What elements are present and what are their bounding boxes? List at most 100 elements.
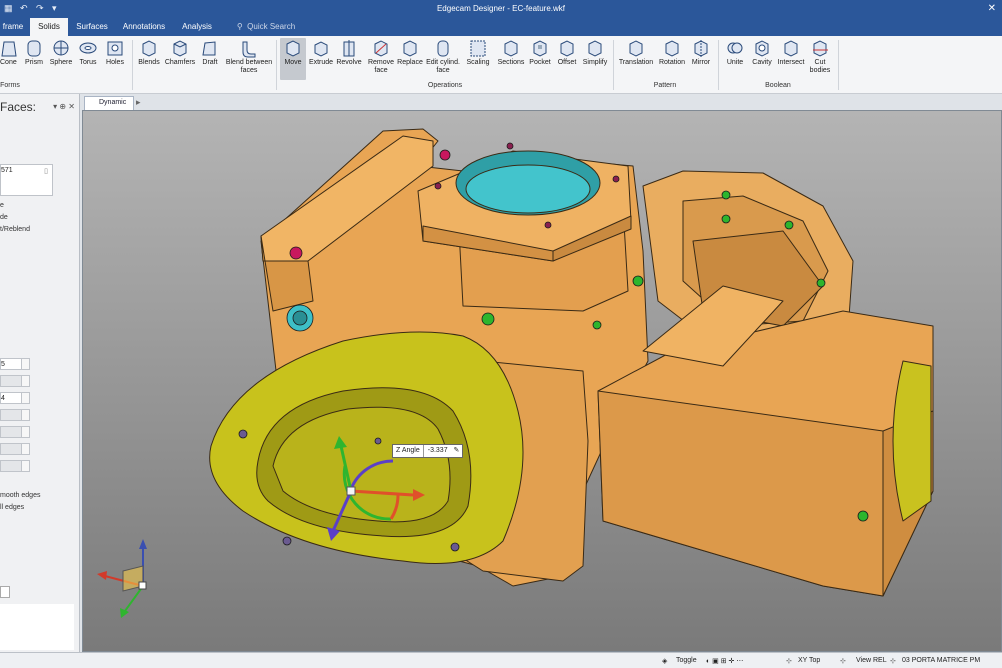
extrude-button[interactable]: Extrude xyxy=(307,38,335,67)
edit-cylind-face-button[interactable]: Edit cylind. face xyxy=(424,38,462,75)
scaling-label: Scaling xyxy=(466,59,490,66)
trash-icon[interactable]: ▯ xyxy=(44,167,48,175)
sphere-button[interactable]: Sphere xyxy=(48,38,74,67)
tab-surfaces[interactable]: Surfaces xyxy=(72,18,112,36)
tab-dynamic[interactable]: Dynamic xyxy=(84,96,134,110)
option-item[interactable]: e xyxy=(0,202,4,209)
panel-button[interactable] xyxy=(0,586,10,598)
spinner-arrows[interactable] xyxy=(21,427,29,437)
tab-solids[interactable]: Solids xyxy=(30,18,68,36)
replace-icon xyxy=(403,40,417,57)
holes-button[interactable]: Holes xyxy=(104,38,126,67)
unite-button[interactable]: Unite xyxy=(722,38,748,67)
all-edges-checkbox[interactable]: ll edges xyxy=(0,504,24,511)
mirror-button[interactable]: Mirror xyxy=(688,38,714,67)
prism-label: Prism xyxy=(25,59,43,66)
torus-button[interactable]: Torus xyxy=(76,38,100,67)
spin-field[interactable] xyxy=(0,409,30,421)
spinner-arrows[interactable] xyxy=(21,393,29,403)
chamfers-button[interactable]: Chamfers xyxy=(164,38,196,67)
intersect-button[interactable]: Intersect xyxy=(776,38,806,67)
revolve-button[interactable]: Revolve xyxy=(335,38,363,67)
smooth-edges-checkbox[interactable]: mooth edges xyxy=(0,492,40,499)
replace-button[interactable]: Replace xyxy=(396,38,424,67)
rotation-button[interactable]: Rotation xyxy=(656,38,688,67)
hole-green xyxy=(721,214,731,224)
toggle-icon[interactable]: ◈ xyxy=(662,657,667,665)
sections-button[interactable]: Sections xyxy=(496,38,526,67)
properties-panel: Faces: ▾ ⊕ ✕ 571 ▯ e de t/Reblend 5 4 moo… xyxy=(0,94,80,654)
panel-preview xyxy=(0,604,74,650)
spinner-arrows[interactable] xyxy=(21,376,29,386)
faces-list[interactable]: 571 ▯ xyxy=(0,164,53,196)
close-icon[interactable]: ✕ xyxy=(988,3,996,14)
machine-icon[interactable]: ⊹ xyxy=(890,657,896,665)
spin-field[interactable]: 4 xyxy=(0,392,30,404)
machine-label[interactable]: 03 PORTA MATRICE PM xyxy=(902,657,980,664)
spinner-arrows[interactable] xyxy=(21,359,29,369)
quick-search[interactable]: ⚲ Quick Search xyxy=(230,18,302,36)
rotation-label: Rotation xyxy=(658,59,686,66)
remove-face-icon xyxy=(374,40,388,57)
translation-label: Translation xyxy=(618,59,654,66)
plane-icon[interactable]: ⊹ xyxy=(786,657,792,665)
view-label[interactable]: View REL xyxy=(856,657,887,664)
spin-field[interactable] xyxy=(0,460,30,472)
add-tab-icon[interactable]: ▸ xyxy=(136,97,141,108)
move-button[interactable]: Move xyxy=(280,38,306,80)
spin-field[interactable] xyxy=(0,443,30,455)
offset-button[interactable]: Offset xyxy=(554,38,580,67)
option-item[interactable]: de xyxy=(0,214,8,221)
pencil-icon[interactable]: ✎ xyxy=(452,447,460,454)
faces-list-value: 571 xyxy=(1,167,13,174)
revolve-icon xyxy=(343,40,355,57)
spin-field[interactable] xyxy=(0,426,30,438)
edit-cylinder-icon xyxy=(437,40,449,57)
simplify-button[interactable]: Simplify xyxy=(580,38,610,67)
pin-icon[interactable]: ▾ ⊕ ✕ xyxy=(53,102,75,111)
z-angle-value[interactable]: -3.337 xyxy=(422,445,452,457)
blends-button[interactable]: Blends xyxy=(136,38,162,67)
3d-viewport[interactable]: Z Angle -3.337 ✎ xyxy=(82,110,1002,652)
spin-field[interactable] xyxy=(0,375,30,387)
ribbon-separator xyxy=(838,40,839,90)
sphere-label: Sphere xyxy=(49,59,73,66)
spin-field[interactable]: 5 xyxy=(0,358,30,370)
pocket-button[interactable]: Pocket xyxy=(526,38,554,67)
spinner-arrows[interactable] xyxy=(21,461,29,471)
scaling-button[interactable]: Scaling xyxy=(464,38,492,67)
tab-annotations[interactable]: Annotations xyxy=(118,18,170,36)
pattern-group-label: Pattern xyxy=(653,82,677,89)
translation-icon xyxy=(629,40,643,57)
hole-green xyxy=(784,220,794,230)
toggle-label[interactable]: Toggle xyxy=(676,657,697,664)
ribbon: Cone Prism Sphere Torus Holes Forms Blen… xyxy=(0,36,1002,94)
lightbulb-icon: ⚲ xyxy=(236,22,243,31)
view-icon[interactable]: ⊹ xyxy=(840,657,846,665)
flange-hole xyxy=(450,542,460,552)
tab-analysis[interactable]: Analysis xyxy=(176,18,218,36)
gizmo-center[interactable] xyxy=(346,486,356,496)
document-tab-bar: Dynamic ▸ xyxy=(82,94,1002,110)
plane-label[interactable]: XY Top xyxy=(798,657,820,664)
tab-frame[interactable]: frame xyxy=(0,18,26,36)
snap-icons[interactable]: ◐ ▣ ⊞ ✛ ⋯ xyxy=(706,657,743,665)
remove-face-button[interactable]: Remove face xyxy=(366,38,396,75)
prism-button[interactable]: Prism xyxy=(22,38,46,67)
option-item[interactable]: t/Reblend xyxy=(0,226,30,233)
cut-bodies-button[interactable]: Cut bodies xyxy=(806,38,834,75)
cone-button[interactable]: Cone xyxy=(0,38,17,67)
operations-group-label: Operations xyxy=(427,82,463,89)
unite-label: Unite xyxy=(726,59,744,66)
ribbon-tab-bar: frame Solids Surfaces Annotations Analys… xyxy=(0,18,1002,36)
part-model[interactable] xyxy=(83,111,1001,651)
translation-button[interactable]: Translation xyxy=(616,38,656,67)
draft-button[interactable]: Draft xyxy=(198,38,222,67)
cavity-button[interactable]: Cavity xyxy=(748,38,776,67)
spinner-arrows[interactable] xyxy=(21,410,29,420)
spinner-arrows[interactable] xyxy=(21,444,29,454)
z-angle-tooltip[interactable]: Z Angle -3.337 ✎ xyxy=(392,444,464,458)
z-angle-label: Z Angle xyxy=(396,447,420,454)
chamfers-icon xyxy=(173,40,187,57)
blend-between-faces-button[interactable]: Blend between faces xyxy=(224,38,274,75)
